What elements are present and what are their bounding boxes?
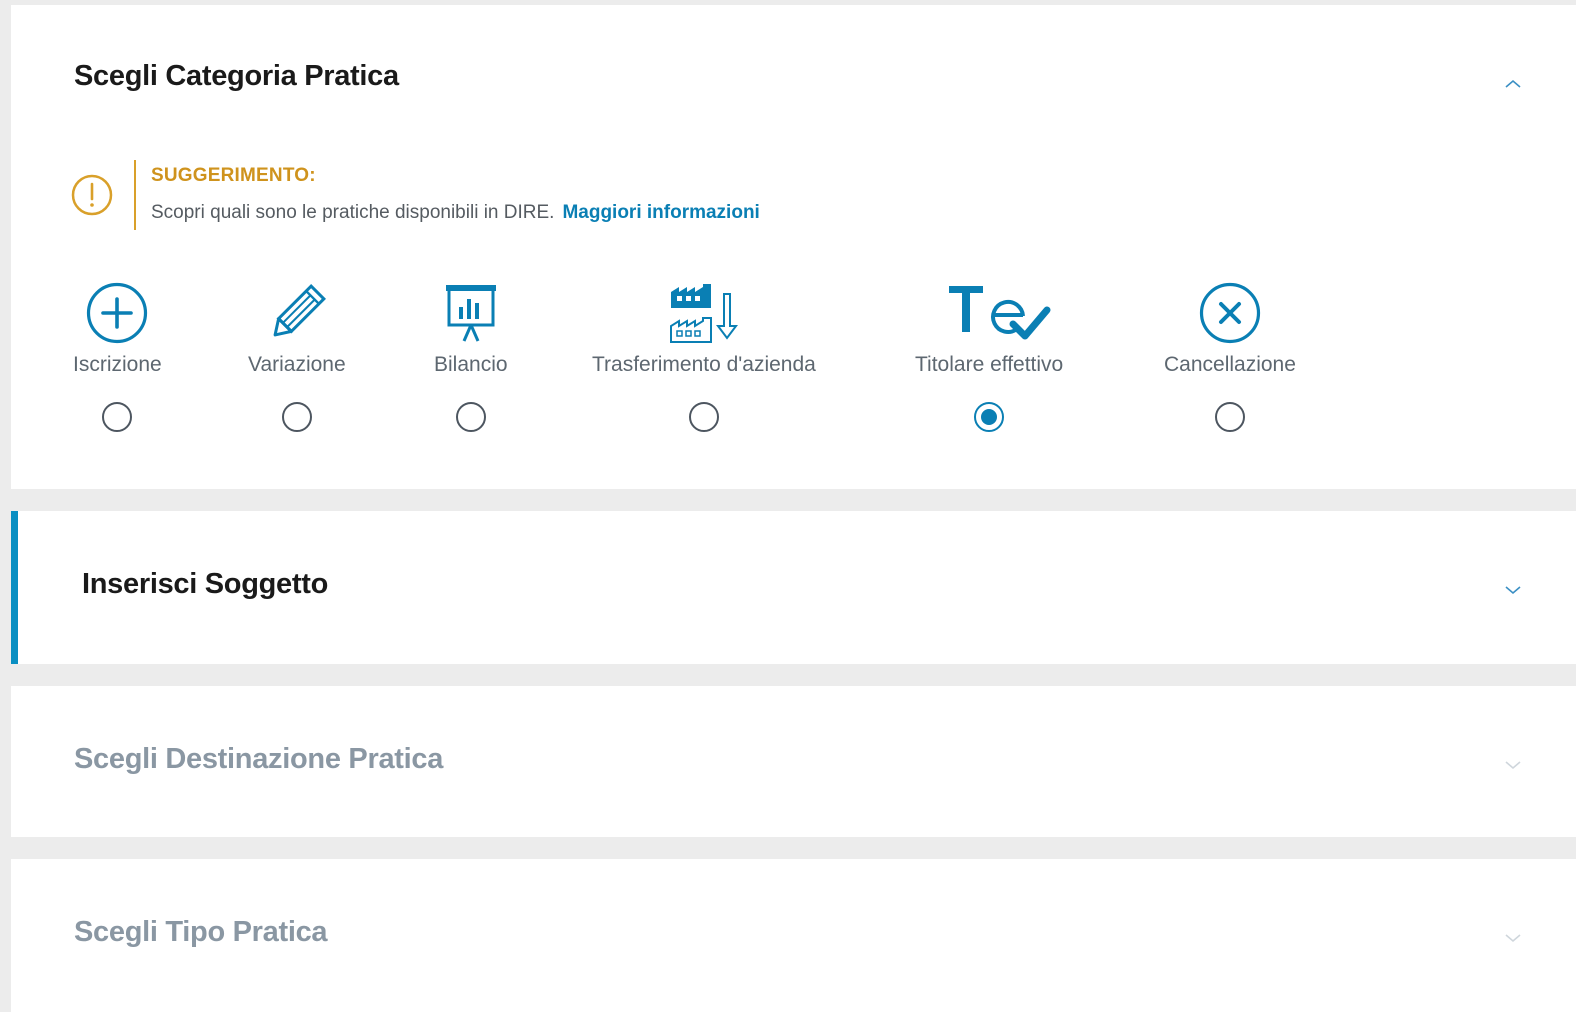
- tip-label: SUGGERIMENTO:: [151, 165, 316, 186]
- panel-title-destinazione: Scegli Destinazione Pratica: [74, 743, 444, 775]
- chevron-up-icon[interactable]: [1502, 73, 1524, 95]
- more-info-link[interactable]: Maggiori informazioni: [562, 202, 759, 223]
- radio-cancellazione[interactable]: [1214, 402, 1245, 432]
- option-variazione[interactable]: Variazione: [248, 275, 346, 432]
- radio-bilancio[interactable]: [455, 402, 486, 432]
- option-label: Titolare effettivo: [915, 353, 1064, 376]
- warning-icon: [70, 173, 114, 217]
- x-circle-icon: [1198, 275, 1262, 351]
- option-iscrizione[interactable]: Iscrizione: [73, 275, 162, 432]
- factory-transfer-icon: [667, 275, 741, 351]
- chevron-down-icon: [1502, 754, 1524, 776]
- option-trasferimento[interactable]: Trasferimento d'azienda: [592, 275, 816, 432]
- option-label: Iscrizione: [73, 353, 162, 376]
- active-indicator: [11, 511, 18, 664]
- chevron-down-icon[interactable]: [1502, 579, 1524, 601]
- panel-title-categoria: Scegli Categoria Pratica: [74, 60, 399, 92]
- chevron-down-icon: [1502, 927, 1524, 949]
- panel-title-tipo: Scegli Tipo Pratica: [74, 916, 328, 948]
- panel-inserisci-soggetto[interactable]: Inserisci Soggetto: [11, 511, 1576, 664]
- radio-variazione[interactable]: [281, 402, 312, 432]
- pencil-icon: [264, 275, 330, 351]
- panel-scegli-categoria: Scegli Categoria Pratica SUGGERIMENTO: S…: [11, 5, 1576, 489]
- radio-titolare-effettivo[interactable]: [974, 402, 1005, 432]
- option-label: Bilancio: [434, 353, 508, 376]
- option-bilancio[interactable]: Bilancio: [434, 275, 508, 432]
- panel-scegli-tipo: Scegli Tipo Pratica: [11, 859, 1576, 1012]
- tip-description: Scopri quali sono le pratiche disponibil…: [151, 202, 555, 223]
- radio-trasferimento[interactable]: [688, 402, 719, 432]
- option-titolare-effettivo[interactable]: Titolare effettivo: [915, 275, 1063, 432]
- panel-title-soggetto: Inserisci Soggetto: [82, 568, 328, 600]
- presentation-chart-icon: [442, 275, 500, 351]
- te-check-icon: [927, 275, 1051, 351]
- tip-text: Scopri quali sono le pratiche disponibil…: [151, 202, 760, 224]
- tip-divider: [134, 160, 136, 230]
- option-label: Trasferimento d'azienda: [592, 353, 816, 376]
- option-label: Variazione: [248, 353, 346, 376]
- option-label: Cancellazione: [1164, 353, 1296, 376]
- radio-iscrizione[interactable]: [102, 402, 133, 432]
- plus-circle-icon: [85, 275, 149, 351]
- panel-scegli-destinazione: Scegli Destinazione Pratica: [11, 686, 1576, 837]
- option-cancellazione[interactable]: Cancellazione: [1164, 275, 1296, 432]
